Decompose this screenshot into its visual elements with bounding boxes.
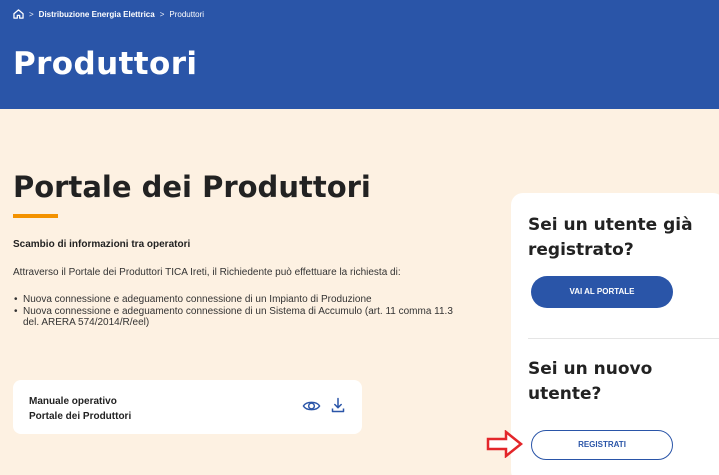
breadcrumb-separator: > [159,9,165,19]
divider [528,338,719,339]
download-icon[interactable] [331,397,345,413]
register-button[interactable]: REGISTRATI [531,430,673,460]
home-icon[interactable] [13,9,24,19]
eye-icon[interactable] [302,399,321,413]
manual-title: Manuale operativo Portale dei Produttori [29,394,209,424]
section-title: Portale dei Produttori [13,170,371,204]
arrow-right-icon [486,430,523,458]
intro-text: Attraverso il Portale dei Produttori TIC… [13,267,401,278]
access-card: Sei un utente già registrato? VAI AL POR… [511,193,719,475]
manual-title-line2: Portale dei Produttori [29,411,132,422]
list-item: Nuova connessione e adeguamento connessi… [13,294,463,305]
new-user-heading: Sei un nuovo utente? [528,359,653,404]
manual-title-line1: Manuale operativo [29,396,117,407]
title-accent-bar [13,214,58,218]
breadcrumb-separator: > [29,9,34,19]
page-header: > Distribuzione Energia Elettrica > Prod… [0,0,719,109]
request-types-list: Nuova connessione e adeguamento connessi… [13,294,463,329]
breadcrumb-item-current: Produttori [169,9,205,19]
portal-button[interactable]: VAI AL PORTALE [531,276,673,308]
list-item: Nuova connessione e adeguamento connessi… [13,306,463,328]
page-title: Produttori [13,46,198,82]
breadcrumb-item-distribuzione[interactable]: Distribuzione Energia Elettrica [39,10,155,19]
manual-card: Manuale operativo Portale dei Produttori [13,380,362,434]
breadcrumb: > Distribuzione Energia Elettrica > Prod… [13,9,204,19]
section-subtitle: Scambio di informazioni tra operatori [13,239,191,250]
registered-user-heading: Sei un utente già registrato? [528,215,693,260]
